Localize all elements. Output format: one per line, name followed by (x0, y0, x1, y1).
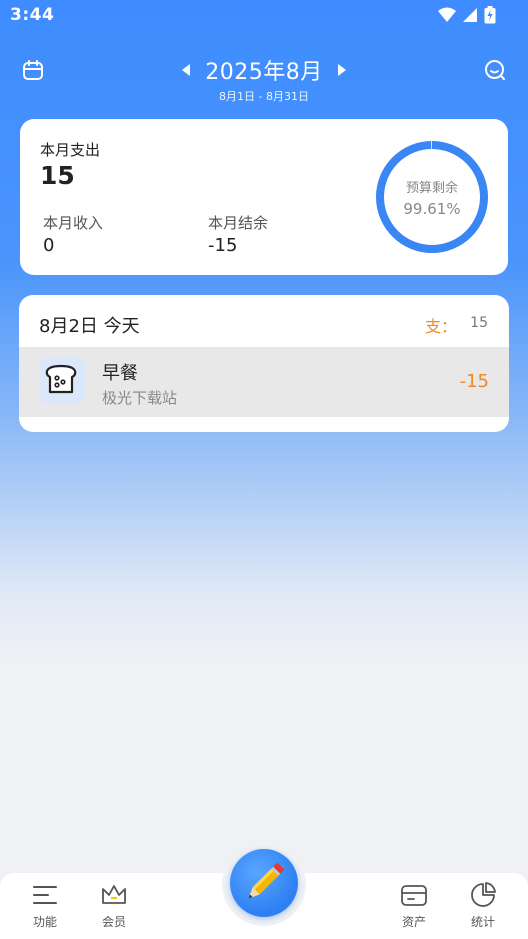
budget-ring-text: 预算剩余 99.61% (374, 139, 490, 255)
day-expense-label: 支： (424, 317, 457, 336)
add-record-button[interactable] (230, 849, 298, 917)
budget-label: 预算剩余 (405, 180, 458, 196)
balance-label: 本月结余 (208, 214, 269, 232)
budget-value: 99.61% (403, 199, 461, 218)
tab-membership[interactable]: 会员 (86, 881, 142, 933)
date-range: 8月1日 - 8月31日 (219, 90, 309, 103)
pie-chart-icon (471, 882, 496, 907)
menu-icon (33, 886, 57, 904)
day-title: 8月2日 今天 (39, 316, 140, 337)
status-time: 3:44 (10, 5, 55, 25)
day-group-card: 8月2日 今天 支： 15 早餐 极光下载站 -15 (19, 295, 509, 432)
balance-value: -15 (208, 235, 238, 256)
tab-label: 功能 (32, 915, 57, 929)
header: 2025年8月 8月1日 - 8月31日 (0, 48, 528, 108)
bread-icon (39, 358, 85, 404)
tab-statistics[interactable]: 统计 (455, 881, 511, 933)
tab-label: 资产 (401, 915, 426, 929)
battery-icon (484, 6, 496, 29)
pencil-icon (248, 862, 285, 899)
day-expense-value: 15 (470, 315, 488, 331)
status-bar: 3:44 (0, 0, 528, 32)
signal-icon (462, 7, 478, 28)
card-icon (401, 885, 427, 906)
expense-value: 15 (40, 161, 75, 190)
tab-label: 会员 (101, 915, 126, 929)
transaction-amount: -15 (459, 371, 489, 392)
crown-icon (102, 885, 126, 904)
tab-assets[interactable]: 资产 (386, 881, 442, 933)
status-icons (438, 6, 496, 29)
next-month-icon[interactable] (335, 63, 349, 77)
month-title[interactable]: 2025年8月 (205, 54, 323, 86)
transaction-row[interactable]: 早餐 极光下载站 -15 (19, 347, 509, 417)
income-value: 0 (43, 235, 55, 256)
prev-month-icon[interactable] (179, 63, 193, 77)
tab-functions[interactable]: 功能 (17, 881, 73, 933)
month-navigator: 2025年8月 8月1日 - 8月31日 (0, 54, 528, 104)
expense-label: 本月支出 (40, 141, 101, 159)
search-icon[interactable] (483, 58, 507, 82)
wifi-icon (438, 7, 456, 28)
tab-label: 统计 (470, 915, 495, 929)
income-label: 本月收入 (43, 214, 104, 232)
transaction-title: 早餐 (102, 363, 138, 384)
transaction-note: 极光下载站 (102, 389, 178, 407)
monthly-summary-card[interactable]: 本月支出 15 本月收入 0 本月结余 -15 预算剩余 99.61% (20, 119, 508, 275)
